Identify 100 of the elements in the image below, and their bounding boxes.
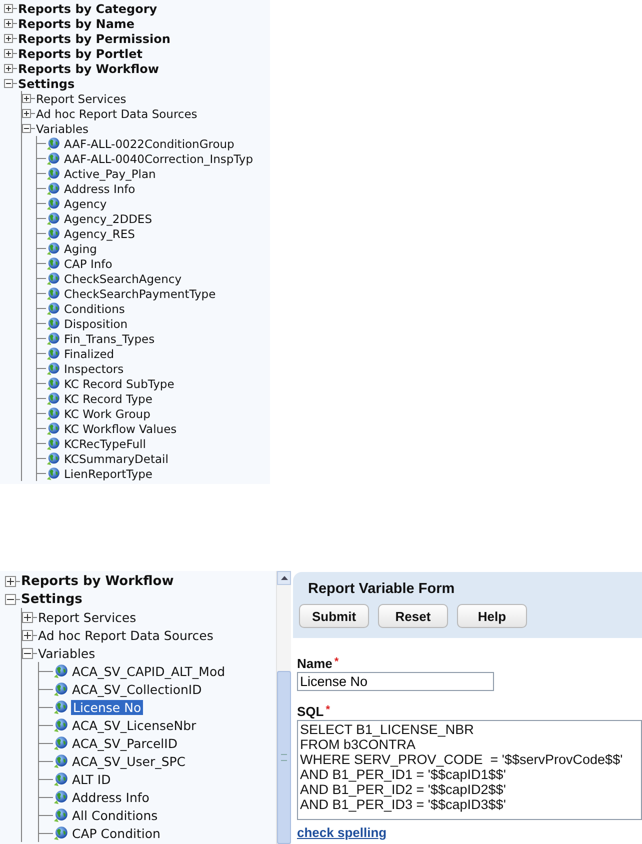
- globe-icon: [53, 700, 68, 714]
- tree-item[interactable]: KCSummaryDetail: [63, 452, 170, 466]
- tree-item[interactable]: LienReportType: [63, 466, 154, 480]
- field-label: SQL: [297, 704, 324, 719]
- tree-item[interactable]: Inspectors: [63, 362, 125, 376]
- globe-icon: [46, 196, 60, 210]
- tree-item[interactable]: KC Record Type: [63, 392, 154, 406]
- tree-item[interactable]: ACA_SV_ParcelID: [71, 736, 178, 750]
- globe-icon: [53, 718, 68, 732]
- tree-node[interactable]: Report Services: [35, 92, 128, 106]
- tree-item[interactable]: KC Workflow Values: [63, 422, 178, 436]
- globe-icon: [53, 790, 68, 804]
- tree-item[interactable]: Agency: [63, 196, 108, 210]
- tree-node[interactable]: Reports by Permission: [17, 32, 172, 46]
- tree-item[interactable]: ACA_SV_User_SPC: [71, 754, 187, 768]
- globe-icon: [46, 362, 60, 376]
- scroll-up-button[interactable]: [277, 571, 291, 585]
- globe-icon: [46, 302, 60, 316]
- globe-icon: [46, 182, 60, 196]
- expand-icon[interactable]: [22, 109, 31, 118]
- tree-item[interactable]: ACA_SV_CollectionID: [71, 682, 203, 696]
- collapse-icon[interactable]: [22, 124, 31, 133]
- tree-item[interactable]: All Conditions: [71, 808, 159, 822]
- tree-item[interactable]: KCRecTypeFull: [63, 436, 147, 450]
- globe-icon: [46, 406, 60, 420]
- tree-node[interactable]: Reports by Category: [17, 2, 158, 16]
- tree-item[interactable]: ALT ID: [71, 772, 112, 786]
- tree-node[interactable]: Variables: [35, 122, 90, 136]
- tree-item[interactable]: Agency_RES: [63, 226, 136, 240]
- tree-item[interactable]: Finalized: [63, 346, 116, 360]
- tree-item[interactable]: ACA_SV_CAPID_ALT_Mod: [71, 664, 226, 678]
- globe-icon: [46, 422, 60, 436]
- tree-item[interactable]: ACA_SV_LicenseNbr: [71, 718, 198, 732]
- tree-item[interactable]: CheckSearchAgency: [63, 272, 183, 286]
- expand-icon[interactable]: [4, 49, 13, 58]
- globe-icon: [53, 682, 68, 696]
- expand-icon[interactable]: [22, 612, 33, 622]
- globe-icon: [46, 136, 60, 150]
- tree-item[interactable]: License No: [71, 700, 144, 714]
- globe-icon: [53, 754, 68, 768]
- tree-item[interactable]: Disposition: [63, 316, 129, 330]
- tree-node[interactable]: Settings: [17, 76, 76, 90]
- name-field[interactable]: License No: [297, 672, 494, 691]
- form-title: Report Variable Form: [308, 581, 455, 597]
- globe-icon: [53, 736, 68, 750]
- globe-icon: [46, 166, 60, 180]
- tree-item[interactable]: CAP Condition: [71, 826, 162, 840]
- globe-icon: [46, 392, 60, 406]
- tree-item[interactable]: Address Info: [63, 182, 136, 196]
- form-button[interactable]: Help: [457, 604, 527, 628]
- expand-icon[interactable]: [22, 94, 31, 103]
- scrollbar-thumb[interactable]: [277, 671, 291, 844]
- tree-item[interactable]: Address Info: [71, 790, 150, 804]
- sql-field[interactable]: SELECT B1_LICENSE_NBR FROM b3CONTRA WHERE SERV_PROV_CODE = '$$servProvCode$$' AND B1_PER_ID1 = '$$capID1$$' AND B1_PER_ID2 = '$$capID2$$' AND B1_PER_ID3 = '$$capID3$$': [297, 720, 642, 820]
- globe-icon: [46, 316, 60, 330]
- tree-node[interactable]: Reports by Workflow: [20, 574, 175, 588]
- form-button[interactable]: Submit: [299, 604, 369, 628]
- tree-node[interactable]: Settings: [20, 592, 84, 606]
- collapse-icon[interactable]: [5, 594, 16, 604]
- expand-icon[interactable]: [5, 576, 16, 586]
- tree-node[interactable]: Reports by Workflow: [17, 62, 160, 76]
- tree-item[interactable]: KC Record SubType: [63, 376, 176, 390]
- tree-item[interactable]: Conditions: [63, 302, 126, 316]
- expand-icon[interactable]: [4, 64, 13, 73]
- required-mark: *: [326, 704, 330, 716]
- tree-item[interactable]: AAF-ALL-0040Correction_InspTyp: [63, 152, 254, 166]
- globe-icon: [46, 452, 60, 466]
- globe-icon: [46, 226, 60, 240]
- globe-icon: [46, 242, 60, 256]
- globe-icon: [53, 664, 68, 678]
- check-spelling-link[interactable]: check spelling: [297, 825, 387, 840]
- tree-node[interactable]: Reports by Portlet: [17, 46, 144, 60]
- form-button[interactable]: Reset: [378, 604, 448, 628]
- tree-node[interactable]: Variables: [37, 646, 96, 660]
- expand-icon[interactable]: [22, 630, 33, 640]
- expand-icon[interactable]: [4, 4, 13, 13]
- required-mark: *: [334, 656, 339, 668]
- tree-item[interactable]: CAP Info: [63, 256, 114, 270]
- collapse-icon[interactable]: [4, 79, 13, 88]
- collapse-icon[interactable]: [22, 648, 33, 658]
- globe-icon: [46, 332, 60, 346]
- tree-item[interactable]: CheckSearchPaymentType: [63, 286, 217, 300]
- tree-item[interactable]: AAF-ALL-0022ConditionGroup: [63, 136, 236, 150]
- tree-item[interactable]: KC Work Group: [63, 406, 152, 420]
- tree-node[interactable]: Ad hoc Report Data Sources: [35, 106, 198, 120]
- globe-icon: [46, 436, 60, 450]
- tree-node[interactable]: Ad hoc Report Data Sources: [37, 628, 214, 642]
- tree-item[interactable]: Active_Pay_Plan: [63, 166, 157, 180]
- tree-item[interactable]: Aging: [63, 242, 98, 256]
- expand-icon[interactable]: [4, 34, 13, 43]
- globe-icon: [46, 346, 60, 360]
- up-arrow-icon: [280, 576, 288, 580]
- globe-icon: [46, 152, 60, 166]
- tree-node[interactable]: Report Services: [37, 610, 138, 624]
- tree-item[interactable]: Fin_Trans_Types: [63, 332, 156, 346]
- expand-icon[interactable]: [4, 19, 13, 28]
- tree-node[interactable]: Reports by Name: [17, 16, 136, 30]
- tree-item[interactable]: Agency_2DDES: [63, 212, 154, 226]
- globe-icon: [46, 376, 60, 390]
- globe-icon: [53, 772, 68, 786]
